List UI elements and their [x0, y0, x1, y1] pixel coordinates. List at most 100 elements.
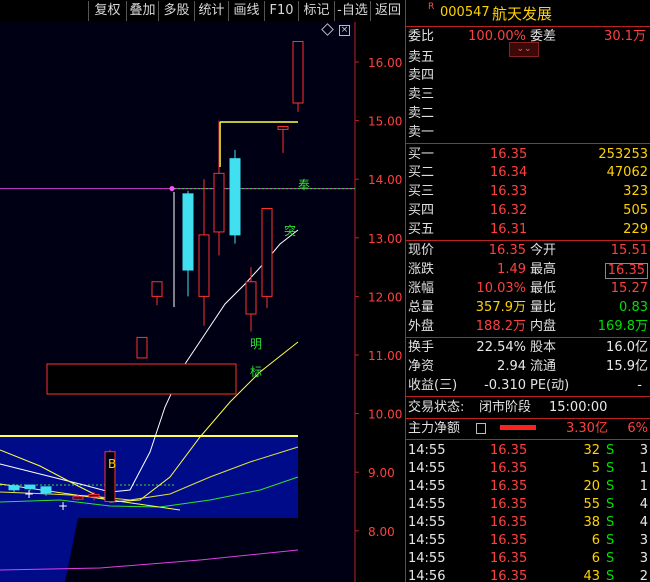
tick-row: 14:55 16.35 6 S 3	[406, 532, 650, 550]
candle-body	[8, 485, 20, 491]
tick-side: S	[606, 515, 615, 530]
chart-annotation-feng: 奉	[298, 178, 310, 192]
toolbar-multistock-button[interactable]: 多股	[158, 1, 194, 21]
stat-row: 涨幅 10.03% 最低 15.27	[406, 280, 650, 298]
tick-count: 4	[639, 515, 648, 530]
eps-label: 收益(三)	[408, 378, 458, 393]
volume-value: 357.9万	[475, 300, 526, 315]
volume-ratio-label: 量比	[530, 300, 557, 315]
buy-label: 买二	[408, 165, 435, 180]
cost-marker	[169, 186, 175, 192]
toolbar-overlay-button[interactable]: 叠加	[126, 1, 158, 21]
stock-code[interactable]: 000547	[440, 5, 490, 20]
share-capital-value: 16.0亿	[606, 340, 648, 355]
tick-time: 14:55	[408, 533, 446, 548]
tick-row: 14:56 16.35 43 S 2	[406, 568, 650, 582]
tick-volume: 20	[583, 479, 600, 494]
toolbar-f10-button[interactable]: F10	[264, 1, 298, 21]
kline-chart[interactable]: 16.00 15.00 14.00 13.00 12.00 11.00 10.00 9.00 8…	[0, 22, 406, 582]
tick-row: 14:55 16.35 38 S 4	[406, 514, 650, 532]
chart-toolbar: 复权 叠加 多股 统计 画线 F10 标记 -自选 返回	[0, 0, 406, 22]
stat-row: 外盘 188.2万 内盘 169.8万	[406, 318, 650, 336]
price-tick-label: 13.00	[368, 232, 402, 246]
toolbar-mark-button[interactable]: 标记	[298, 1, 334, 21]
tick-row: 14:55 16.35 5 S 1	[406, 460, 650, 478]
annotation-box	[46, 363, 237, 395]
tick-count: 1	[639, 461, 648, 476]
main-flow-pct: 6%	[627, 421, 648, 436]
tick-count: 3	[639, 443, 648, 458]
pct-change-label: 涨幅	[408, 281, 435, 296]
main-flow-value: 3.30亿	[566, 421, 608, 436]
buy-row[interactable]: 买二 16.34 47062	[406, 164, 650, 182]
buy-label: 买四	[408, 203, 435, 218]
toolbar-fuquan-button[interactable]: 复权	[88, 1, 126, 21]
tick-price: 16.35	[490, 497, 528, 512]
tick-price: 16.35	[490, 479, 528, 494]
sell-row: 卖三	[406, 86, 650, 104]
trade-status-row: 交易状态: 闭市阶段 15:00:00	[406, 399, 650, 417]
tick-volume: 6	[591, 533, 600, 548]
stock-name[interactable]: 航天发展	[492, 3, 552, 24]
sell-label: 卖四	[408, 68, 435, 83]
tick-time: 14:55	[408, 515, 446, 530]
stat-row: 换手 22.54% 股本 16.0亿	[406, 339, 650, 357]
tick-price: 16.35	[490, 515, 528, 530]
main-flow-bar	[500, 425, 536, 430]
tick-side: S	[606, 461, 615, 476]
tick-count: 2	[639, 569, 648, 582]
buy-volume: 253253	[598, 147, 648, 162]
list-icon[interactable]	[476, 423, 486, 434]
turnover-value: 22.54%	[476, 340, 526, 355]
toolbar-back-button[interactable]: 返回	[370, 1, 405, 21]
buy-row[interactable]: 买一 16.35 253253	[406, 146, 650, 164]
rzrq-badge: R	[428, 2, 435, 12]
toolbar-watchlist-button[interactable]: -自选	[334, 1, 370, 21]
buy-row[interactable]: 买五 16.31 229	[406, 221, 650, 239]
buy-label: 买五	[408, 222, 435, 237]
tick-side: S	[606, 551, 615, 566]
candle-body	[245, 281, 257, 315]
low-label: 最低	[530, 281, 557, 296]
buy-price: 16.33	[490, 184, 528, 199]
sell-label: 卖一	[408, 125, 435, 140]
quote-panel: R 000547 航天发展 委比 100.00% 委差 30.1万 ⌄⌄ 卖五 …	[406, 0, 650, 582]
tick-time: 14:56	[408, 569, 446, 582]
sell-label: 卖三	[408, 87, 435, 102]
buy-volume: 47062	[606, 165, 648, 180]
stat-row: 现价 16.35 今开 15.51	[406, 242, 650, 260]
buy-row[interactable]: 买四 16.32 505	[406, 202, 650, 220]
price-tick-label: 8.00	[368, 525, 395, 539]
candle-body	[40, 486, 52, 494]
candle-body	[229, 158, 241, 236]
buy-price: 16.35	[490, 147, 528, 162]
volume-zone-tail	[0, 518, 78, 582]
toolbar-stats-button[interactable]: 统计	[194, 1, 228, 21]
buy-row[interactable]: 买三 16.33 323	[406, 183, 650, 201]
tick-row: 14:55 16.35 6 S 3	[406, 550, 650, 568]
inner-value: 169.8万	[597, 319, 648, 334]
kline-chart-canvas[interactable]: 16.00 15.00 14.00 13.00 12.00 11.00 10.00 9.00 8…	[0, 22, 406, 582]
chart-annotation-b_marker: B	[108, 457, 116, 471]
candle-body	[136, 336, 148, 359]
price-tick-label: 11.00	[368, 349, 402, 363]
price-tick-label: 12.00	[368, 290, 402, 304]
sell-row: 卖四	[406, 67, 650, 85]
sell-row: 卖一	[406, 124, 650, 142]
candle-body	[213, 172, 225, 233]
outer-value: 188.2万	[475, 319, 526, 334]
open-value: 15.51	[610, 243, 648, 258]
divider	[406, 26, 650, 27]
chart-annotation-tu: 突	[284, 223, 296, 238]
close-icon[interactable]: ×	[339, 25, 350, 36]
chart-annotation-ming: 明	[250, 337, 262, 351]
candle-body	[72, 496, 84, 500]
pe-value: -	[637, 378, 642, 393]
tick-side: S	[606, 533, 615, 548]
tick-count: 4	[639, 497, 648, 512]
toolbar-draw-button[interactable]: 画线	[228, 1, 264, 21]
trade-status-time: 15:00:00	[549, 400, 608, 415]
weibi-label: 委比	[408, 29, 435, 44]
tick-side: S	[606, 497, 615, 512]
divider	[406, 396, 650, 397]
